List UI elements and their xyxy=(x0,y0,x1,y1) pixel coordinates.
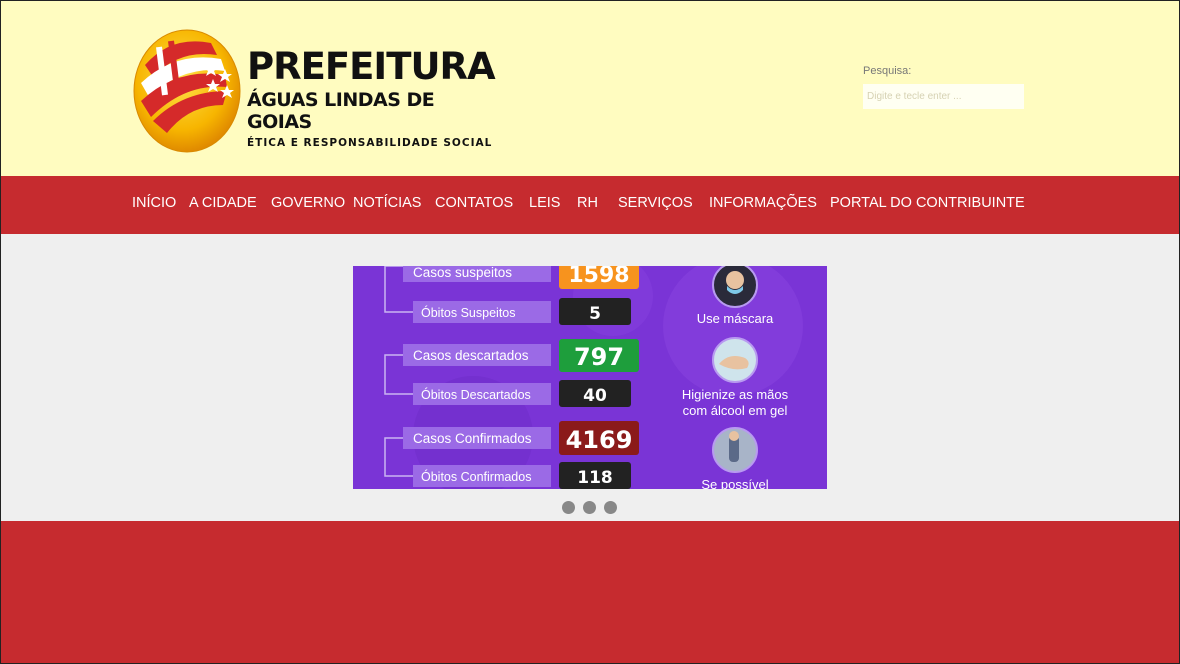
nav-item-a-cidade[interactable]: A CIDADE xyxy=(189,195,257,211)
tip-higienize-line1: Higienize as mãos xyxy=(682,387,789,402)
row-value-obitos-descartados: 40 xyxy=(583,386,607,406)
covid-bulletin-graphic: Casos suspeitos 1598 Óbitos Suspeitos 5 … xyxy=(353,266,827,489)
tip-use-mascara: Use máscara xyxy=(697,311,774,326)
nav-item-governo[interactable]: GOVERNO xyxy=(271,195,345,211)
nav-item-noticias[interactable]: NOTÍCIAS xyxy=(353,195,421,211)
nav-item-informacoes[interactable]: INFORMAÇÕES xyxy=(709,195,817,211)
nav-item-rh[interactable]: RH xyxy=(577,195,598,211)
nav-item-portal-do-contribuinte[interactable]: PORTAL DO CONTRIBUINTE xyxy=(830,195,1025,211)
logo-title: PREFEITURA xyxy=(247,45,496,88)
row-label-obitos-descartados: Óbitos Descartados xyxy=(421,387,531,402)
slider-dot-1[interactable] xyxy=(562,501,575,514)
slide-covid-bulletin[interactable]: Casos suspeitos 1598 Óbitos Suspeitos 5 … xyxy=(353,266,827,489)
search-input[interactable] xyxy=(863,84,1024,109)
search-label: Pesquisa: xyxy=(863,65,912,77)
hand-sanitizer-icon xyxy=(712,337,758,383)
image-slider: Casos suspeitos 1598 Óbitos Suspeitos 5 … xyxy=(1,234,1179,521)
row-label-obitos-confirmados: Óbitos Confirmados xyxy=(421,469,531,484)
slider-pagination xyxy=(562,501,625,519)
nav-item-servicos[interactable]: SERVIÇOS xyxy=(618,195,693,211)
row-label-casos-descartados: Casos descartados xyxy=(413,348,529,363)
row-value-casos-descartados: 797 xyxy=(574,343,624,371)
tip-se-possivel: Se possível xyxy=(701,477,768,489)
slider-dot-2[interactable] xyxy=(583,501,596,514)
row-value-casos-confirmados: 4169 xyxy=(566,426,633,454)
stay-home-icon xyxy=(712,427,758,473)
row-value-casos-suspeitos: 1598 xyxy=(568,266,629,288)
tip-higienize-line2: com álcool em gel xyxy=(683,403,788,418)
search-box: Pesquisa: xyxy=(863,65,1024,109)
site-logo[interactable]: PREFEITURA ÁGUAS LINDAS DE GOIAS ÉTICA E… xyxy=(131,25,496,155)
nav-item-contatos[interactable]: CONTATOS xyxy=(435,195,513,211)
site-header: PREFEITURA ÁGUAS LINDAS DE GOIAS ÉTICA E… xyxy=(1,1,1179,176)
main-nav: INÍCIO A CIDADE GOVERNO NOTÍCIAS CONTATO… xyxy=(1,176,1179,234)
logo-city-name: ÁGUAS LINDAS DE GOIAS xyxy=(247,89,435,133)
logo-slogan: ÉTICA E RESPONSABILIDADE SOCIAL xyxy=(247,137,493,149)
site-footer xyxy=(1,521,1179,663)
row-value-obitos-suspeitos: 5 xyxy=(589,304,601,324)
logo-text: PREFEITURA ÁGUAS LINDAS DE GOIAS ÉTICA E… xyxy=(247,45,496,150)
city-emblem-icon xyxy=(133,29,241,153)
row-label-casos-confirmados: Casos Confirmados xyxy=(413,431,532,446)
nav-item-leis[interactable]: LEIS xyxy=(529,195,560,211)
nav-item-inicio[interactable]: INÍCIO xyxy=(132,195,176,211)
row-label-casos-suspeitos: Casos suspeitos xyxy=(413,266,512,280)
row-label-obitos-suspeitos: Óbitos Suspeitos xyxy=(421,305,516,320)
slider-dot-3[interactable] xyxy=(604,501,617,514)
mask-icon xyxy=(712,266,758,308)
row-value-obitos-confirmados: 118 xyxy=(577,468,613,488)
